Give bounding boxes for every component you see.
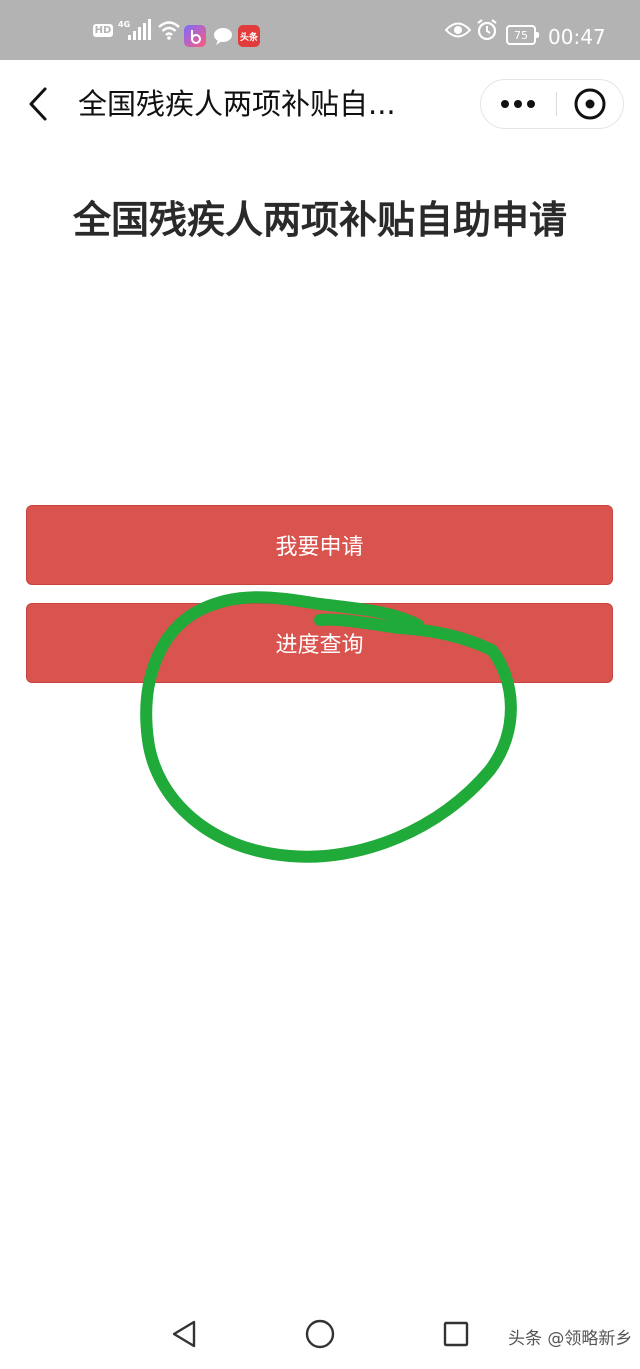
triangle-back-icon: [172, 1320, 196, 1348]
mini-program-capsule: [480, 79, 624, 129]
back-button[interactable]: [16, 82, 60, 126]
watermark: 头条 @领略新乡: [508, 1329, 633, 1349]
toutiao-badge-label: 头条: [239, 32, 258, 43]
battery-level: 75: [514, 28, 528, 42]
wifi-icon: [156, 0, 182, 60]
toutiao-app-icon: 头条: [238, 25, 260, 47]
close-circle-icon: [574, 88, 606, 120]
main-title: 全国残疾人两项补贴自助申请: [72, 198, 567, 242]
apply-button[interactable]: 我要申请: [26, 505, 613, 585]
chat-bubble-icon: [212, 25, 234, 47]
close-button[interactable]: [557, 80, 623, 128]
hd-icon: HD: [92, 0, 114, 60]
more-button[interactable]: [481, 80, 555, 128]
more-dots-icon: [501, 100, 535, 108]
eye-comfort-icon: [444, 0, 472, 60]
mini-program-title-bar: 全国残疾人两项补贴自...: [0, 60, 640, 146]
network-type-label: 4G: [118, 20, 130, 29]
system-nav-bar: 头条 @领略新乡: [0, 1300, 640, 1369]
square-recent-icon: [443, 1321, 469, 1347]
chevron-left-icon: [29, 87, 47, 121]
nav-recent-button[interactable]: [436, 1314, 476, 1354]
hd-label: HD: [92, 23, 114, 37]
nav-home-button[interactable]: [300, 1314, 340, 1354]
cellular-signal-icon: 4G: [118, 0, 154, 60]
status-bar: HD 4G 头条 75 00:47: [0, 0, 640, 60]
page-title: 全国残疾人两项补贴自...: [78, 87, 396, 121]
battery-icon: 75: [506, 25, 539, 45]
circle-home-icon: [305, 1319, 335, 1349]
music-app-icon: [184, 25, 206, 47]
progress-query-button[interactable]: 进度查询: [26, 603, 613, 683]
status-time: 00:47: [548, 25, 606, 49]
nav-back-button[interactable]: [164, 1314, 204, 1354]
alarm-clock-icon: [474, 0, 500, 60]
